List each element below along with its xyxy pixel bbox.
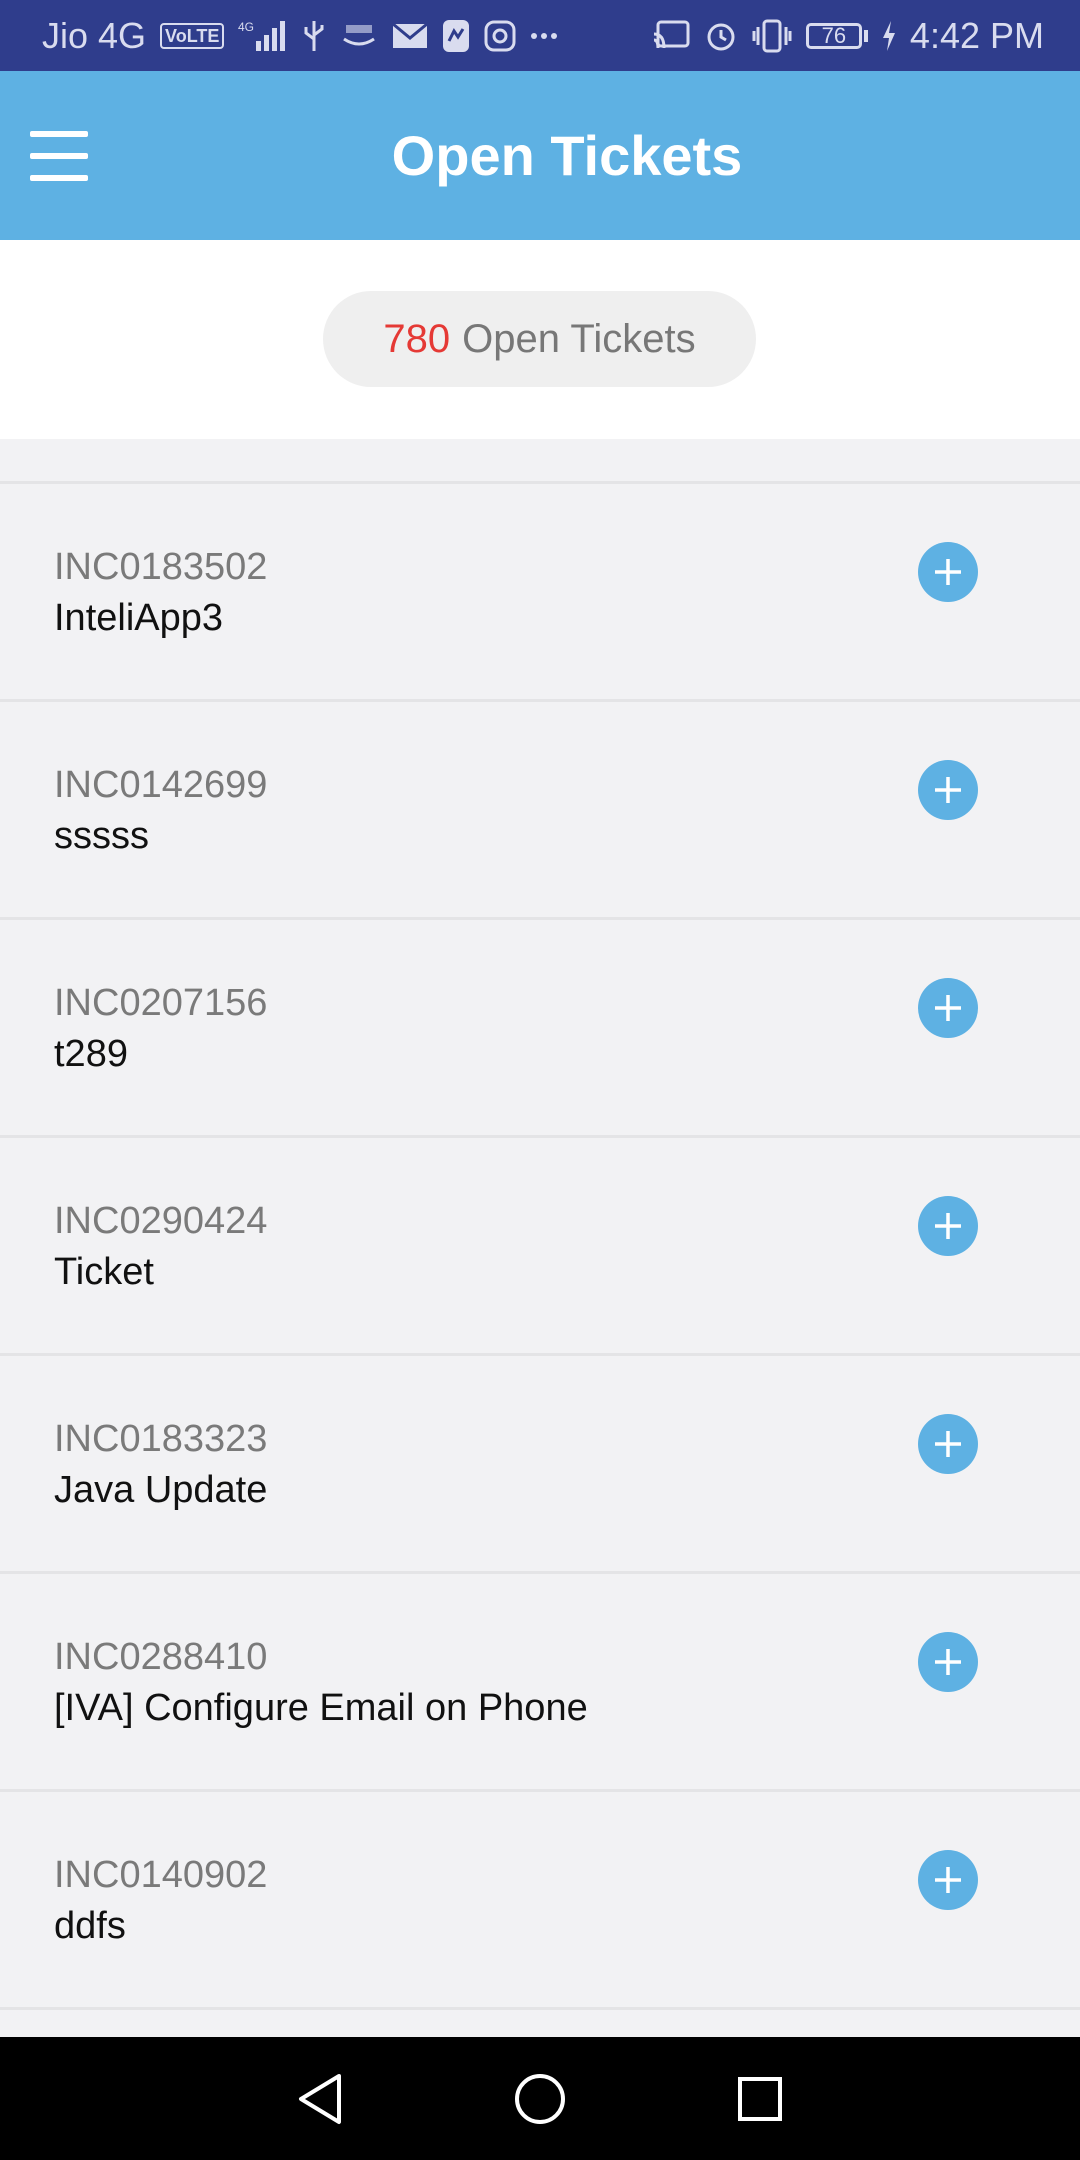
clock-time: 4:42 PM (909, 14, 1044, 56)
net-type-label: 4G (238, 20, 254, 34)
plus-icon (935, 1431, 961, 1457)
ticket-count-pill: 780 Open Tickets (323, 291, 756, 387)
plus-icon (935, 1867, 961, 1893)
ticket-row[interactable]: INC0142699 sssss (0, 702, 1080, 920)
ticket-id: INC0290424 (54, 1200, 268, 1242)
ticket-id: INC0142699 (54, 764, 268, 806)
usb-icon (302, 19, 326, 53)
add-ticket-button[interactable] (918, 542, 978, 602)
ticket-description: InteliApp3 (54, 597, 224, 639)
status-bar-right: 76 4:42 PM (652, 15, 1044, 57)
instagram-icon (484, 20, 516, 52)
alarm-icon (704, 19, 738, 53)
system-nav-bar (0, 2037, 1080, 2160)
home-icon[interactable] (505, 2064, 575, 2134)
mail-icon (392, 22, 429, 50)
cast-icon (652, 20, 690, 52)
ticket-list: INC0183502 InteliApp3 INC0142699 sssss I… (0, 439, 1080, 2037)
ticket-count-label: Open Tickets (462, 316, 696, 361)
back-icon[interactable] (285, 2064, 355, 2134)
add-ticket-button[interactable] (918, 978, 978, 1038)
add-ticket-button[interactable] (918, 1632, 978, 1692)
page-title: Open Tickets (391, 124, 743, 187)
ticket-count-section: 780 Open Tickets (0, 240, 1080, 439)
ticket-row[interactable]: INC0207156 t289 (0, 920, 1080, 1138)
status-bar-left: Jio 4G VoLTE 4G (42, 15, 558, 57)
messenger-icon (442, 19, 470, 53)
list-divider (0, 439, 1080, 484)
ticket-id: INC0140902 (54, 1854, 268, 1896)
plus-icon (935, 559, 961, 585)
vibrate-icon (752, 19, 792, 53)
add-ticket-button[interactable] (918, 1414, 978, 1474)
signal-icon: 4G (238, 19, 288, 53)
plus-icon (935, 1649, 961, 1675)
ticket-row[interactable]: INC0183502 InteliApp3 (0, 484, 1080, 702)
ticket-description: Java Update (54, 1469, 268, 1511)
ticket-row[interactable]: INC0290424 Ticket (0, 1138, 1080, 1356)
ticket-description: ddfs (54, 1905, 126, 1947)
ticket-description: t289 (54, 1033, 128, 1075)
add-ticket-button[interactable] (918, 1850, 978, 1910)
charging-icon (882, 20, 896, 51)
ticket-id: INC0183323 (54, 1418, 268, 1460)
ticket-description: sssss (54, 815, 149, 857)
status-bar: Jio 4G VoLTE 4G 76 4:42 PM (0, 0, 1080, 71)
volte-badge: VoLTE (160, 22, 225, 49)
ticket-id: INC0288410 (54, 1636, 268, 1678)
app-bar: Open Tickets (0, 71, 1080, 240)
ticket-id: INC0207156 (54, 982, 268, 1024)
plus-icon (935, 1213, 961, 1239)
plus-icon (935, 995, 961, 1021)
ticket-row[interactable]: INC0288410 [IVA] Configure Email on Phon… (0, 1574, 1080, 1792)
ticket-row[interactable]: INC0140902 ddfs (0, 1792, 1080, 2010)
amazon-icon (340, 21, 378, 51)
ticket-description: Ticket (54, 1251, 154, 1293)
add-ticket-button[interactable] (918, 1196, 978, 1256)
add-ticket-button[interactable] (918, 760, 978, 820)
battery-icon: 76 (805, 22, 868, 49)
ticket-count-number: 780 (383, 316, 451, 361)
ticket-id: INC0183502 (54, 546, 268, 588)
ticket-row[interactable]: INC0183323 Java Update (0, 1356, 1080, 1574)
ticket-description: [IVA] Configure Email on Phone (54, 1687, 588, 1729)
more-notifications-icon (530, 31, 558, 41)
plus-icon (935, 777, 961, 803)
recents-icon[interactable] (725, 2064, 795, 2134)
carrier-label: Jio 4G (42, 14, 147, 56)
battery-level: 76 (805, 22, 862, 49)
